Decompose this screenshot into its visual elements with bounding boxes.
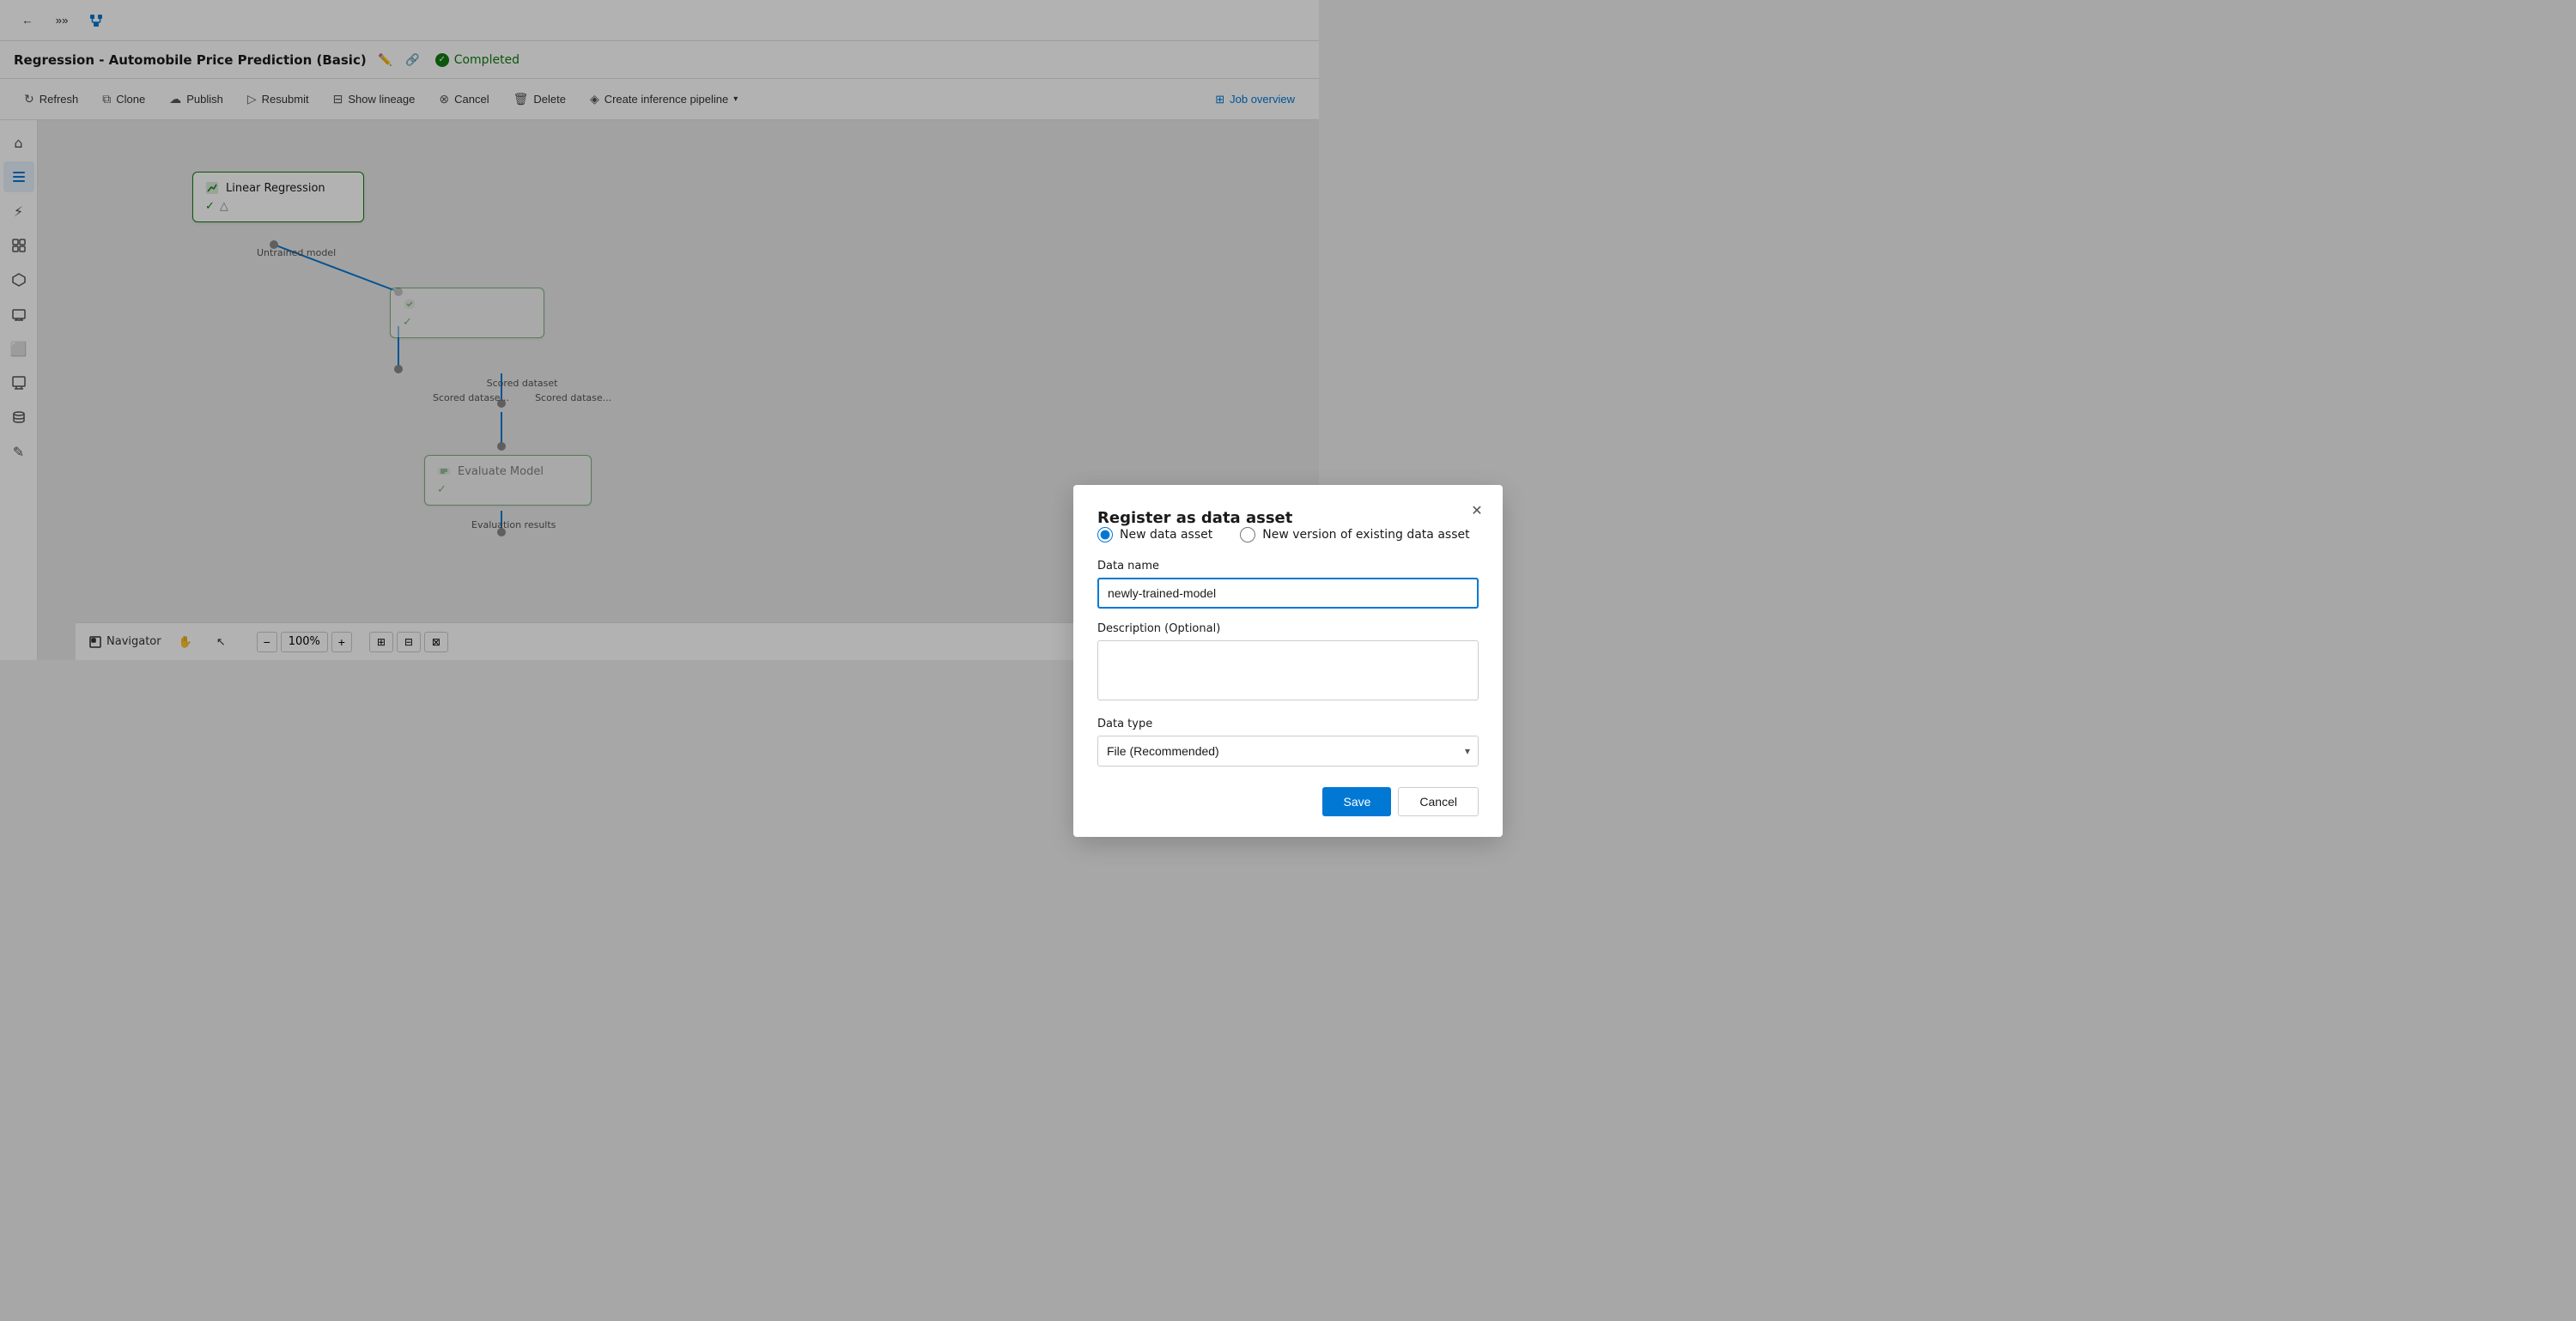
data-name-group: Data name: [1097, 560, 1479, 609]
modal-footer: Save Cancel: [1097, 787, 1479, 816]
data-type-select[interactable]: File (Recommended) Folder Table: [1097, 736, 1479, 767]
modal-title: Register as data asset: [1097, 509, 1292, 527]
modal-close-button[interactable]: ✕: [1465, 499, 1489, 523]
register-data-asset-dialog: Register as data asset ✕ New data asset …: [1073, 485, 1503, 837]
description-group: Description (Optional): [1097, 622, 1479, 704]
data-name-input[interactable]: [1097, 578, 1479, 609]
data-type-select-wrapper: File (Recommended) Folder Table ▾: [1097, 736, 1479, 767]
save-button[interactable]: Save: [1322, 787, 1391, 816]
new-data-asset-option[interactable]: New data asset: [1097, 527, 1212, 542]
existing-data-asset-option[interactable]: New version of existing data asset: [1240, 527, 1469, 542]
cancel-dialog-button[interactable]: Cancel: [1398, 787, 1479, 816]
data-name-label: Data name: [1097, 560, 1479, 573]
modal-overlay: Register as data asset ✕ New data asset …: [0, 0, 2576, 1321]
description-input[interactable]: [1097, 640, 1479, 700]
existing-data-asset-label: New version of existing data asset: [1262, 528, 1469, 542]
data-type-group: Data type File (Recommended) Folder Tabl…: [1097, 718, 1479, 767]
new-data-asset-label: New data asset: [1120, 528, 1212, 542]
data-type-label: Data type: [1097, 718, 1479, 730]
description-label: Description (Optional): [1097, 622, 1479, 635]
new-data-asset-radio[interactable]: [1097, 527, 1113, 542]
asset-type-radio-group: New data asset New version of existing d…: [1097, 527, 1479, 542]
existing-data-asset-radio[interactable]: [1240, 527, 1255, 542]
